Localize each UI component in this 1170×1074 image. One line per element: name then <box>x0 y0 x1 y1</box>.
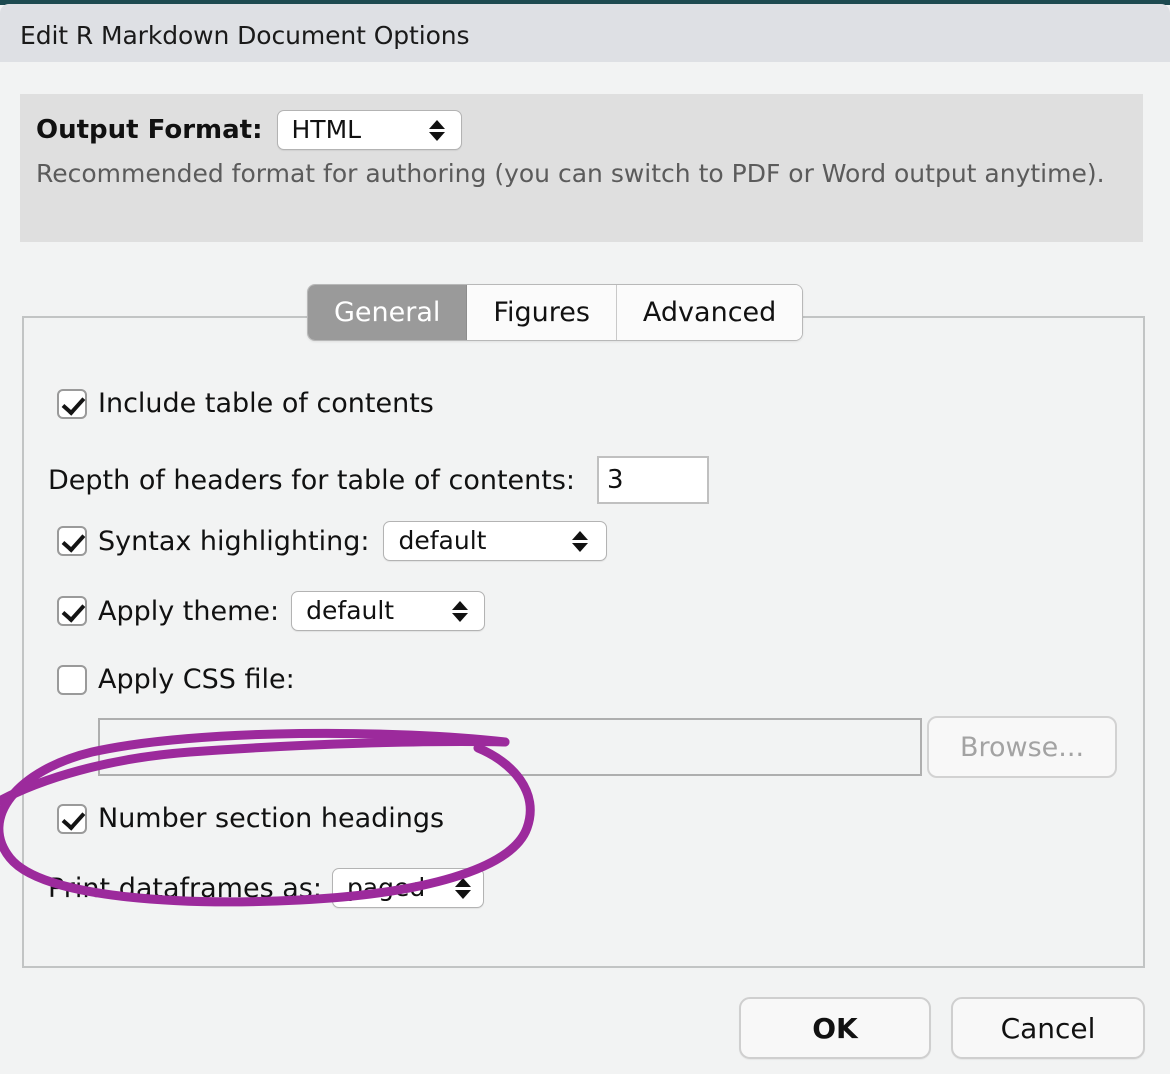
browse-button[interactable]: Browse... <box>927 716 1117 778</box>
print-dataframes-label: Print dataframes as: <box>48 873 322 904</box>
stepper-arrows-icon <box>429 115 445 145</box>
syntax-highlighting-checkbox[interactable] <box>57 526 87 556</box>
output-format-description: Recommended format for authoring (you ca… <box>36 156 1140 192</box>
tab-bar: General Figures Advanced <box>307 284 803 341</box>
tab-advanced-label: Advanced <box>643 297 776 328</box>
stepper-arrows-icon <box>572 526 588 556</box>
tab-general[interactable]: General <box>308 285 467 340</box>
apply-theme-checkbox[interactable] <box>57 596 87 626</box>
cancel-button-label: Cancel <box>1001 1012 1096 1045</box>
number-sections-checkbox[interactable] <box>57 804 87 834</box>
stepper-arrows-icon <box>452 596 468 626</box>
toc-depth-input[interactable]: 3 <box>597 456 709 504</box>
apply-css-checkbox[interactable] <box>57 665 87 695</box>
tab-figures[interactable]: Figures <box>467 285 617 340</box>
apply-theme-select[interactable]: default <box>291 591 485 631</box>
include-toc-checkbox[interactable] <box>57 389 87 419</box>
ok-button-label: OK <box>812 1012 858 1045</box>
window-title: Edit R Markdown Document Options <box>20 21 469 50</box>
include-toc-row[interactable]: Include table of contents <box>57 388 434 419</box>
print-dataframes-select[interactable]: paged <box>332 868 484 908</box>
title-bar[interactable]: Edit R Markdown Document Options <box>0 4 1170 62</box>
apply-theme-row: Apply theme: default <box>57 591 485 631</box>
syntax-highlighting-value: default <box>384 522 486 560</box>
output-format-value: HTML <box>278 111 362 149</box>
tab-advanced[interactable]: Advanced <box>617 285 802 340</box>
tab-general-label: General <box>334 297 440 328</box>
browse-button-label: Browse... <box>960 732 1084 763</box>
output-format-label: Output Format: <box>36 115 263 145</box>
cancel-button[interactable]: Cancel <box>951 997 1145 1059</box>
number-sections-row[interactable]: Number section headings <box>57 803 444 834</box>
stepper-arrows-icon <box>455 873 471 903</box>
print-dataframes-value: paged <box>333 869 425 907</box>
css-path-input[interactable] <box>98 718 922 776</box>
number-sections-label: Number section headings <box>98 803 444 834</box>
toc-depth-row: Depth of headers for table of contents: … <box>48 456 709 504</box>
syntax-highlighting-label: Syntax highlighting: <box>98 526 369 557</box>
syntax-highlighting-select[interactable]: default <box>383 521 607 561</box>
output-format-select[interactable]: HTML <box>277 110 462 150</box>
tab-figures-label: Figures <box>493 297 590 328</box>
apply-theme-label: Apply theme: <box>98 596 279 627</box>
print-dataframes-row: Print dataframes as: paged <box>48 868 484 908</box>
apply-css-row[interactable]: Apply CSS file: <box>57 664 295 695</box>
dialog-window: Edit R Markdown Document Options Output … <box>0 0 1170 1074</box>
include-toc-label: Include table of contents <box>98 388 434 419</box>
apply-css-label: Apply CSS file: <box>98 664 295 695</box>
toc-depth-label: Depth of headers for table of contents: <box>48 465 575 496</box>
ok-button[interactable]: OK <box>739 997 931 1059</box>
syntax-highlighting-row: Syntax highlighting: default <box>57 521 607 561</box>
output-format-row: Output Format: HTML <box>36 110 462 150</box>
output-format-panel: Output Format: HTML Recommended format f… <box>20 94 1143 242</box>
apply-theme-value: default <box>292 592 394 630</box>
